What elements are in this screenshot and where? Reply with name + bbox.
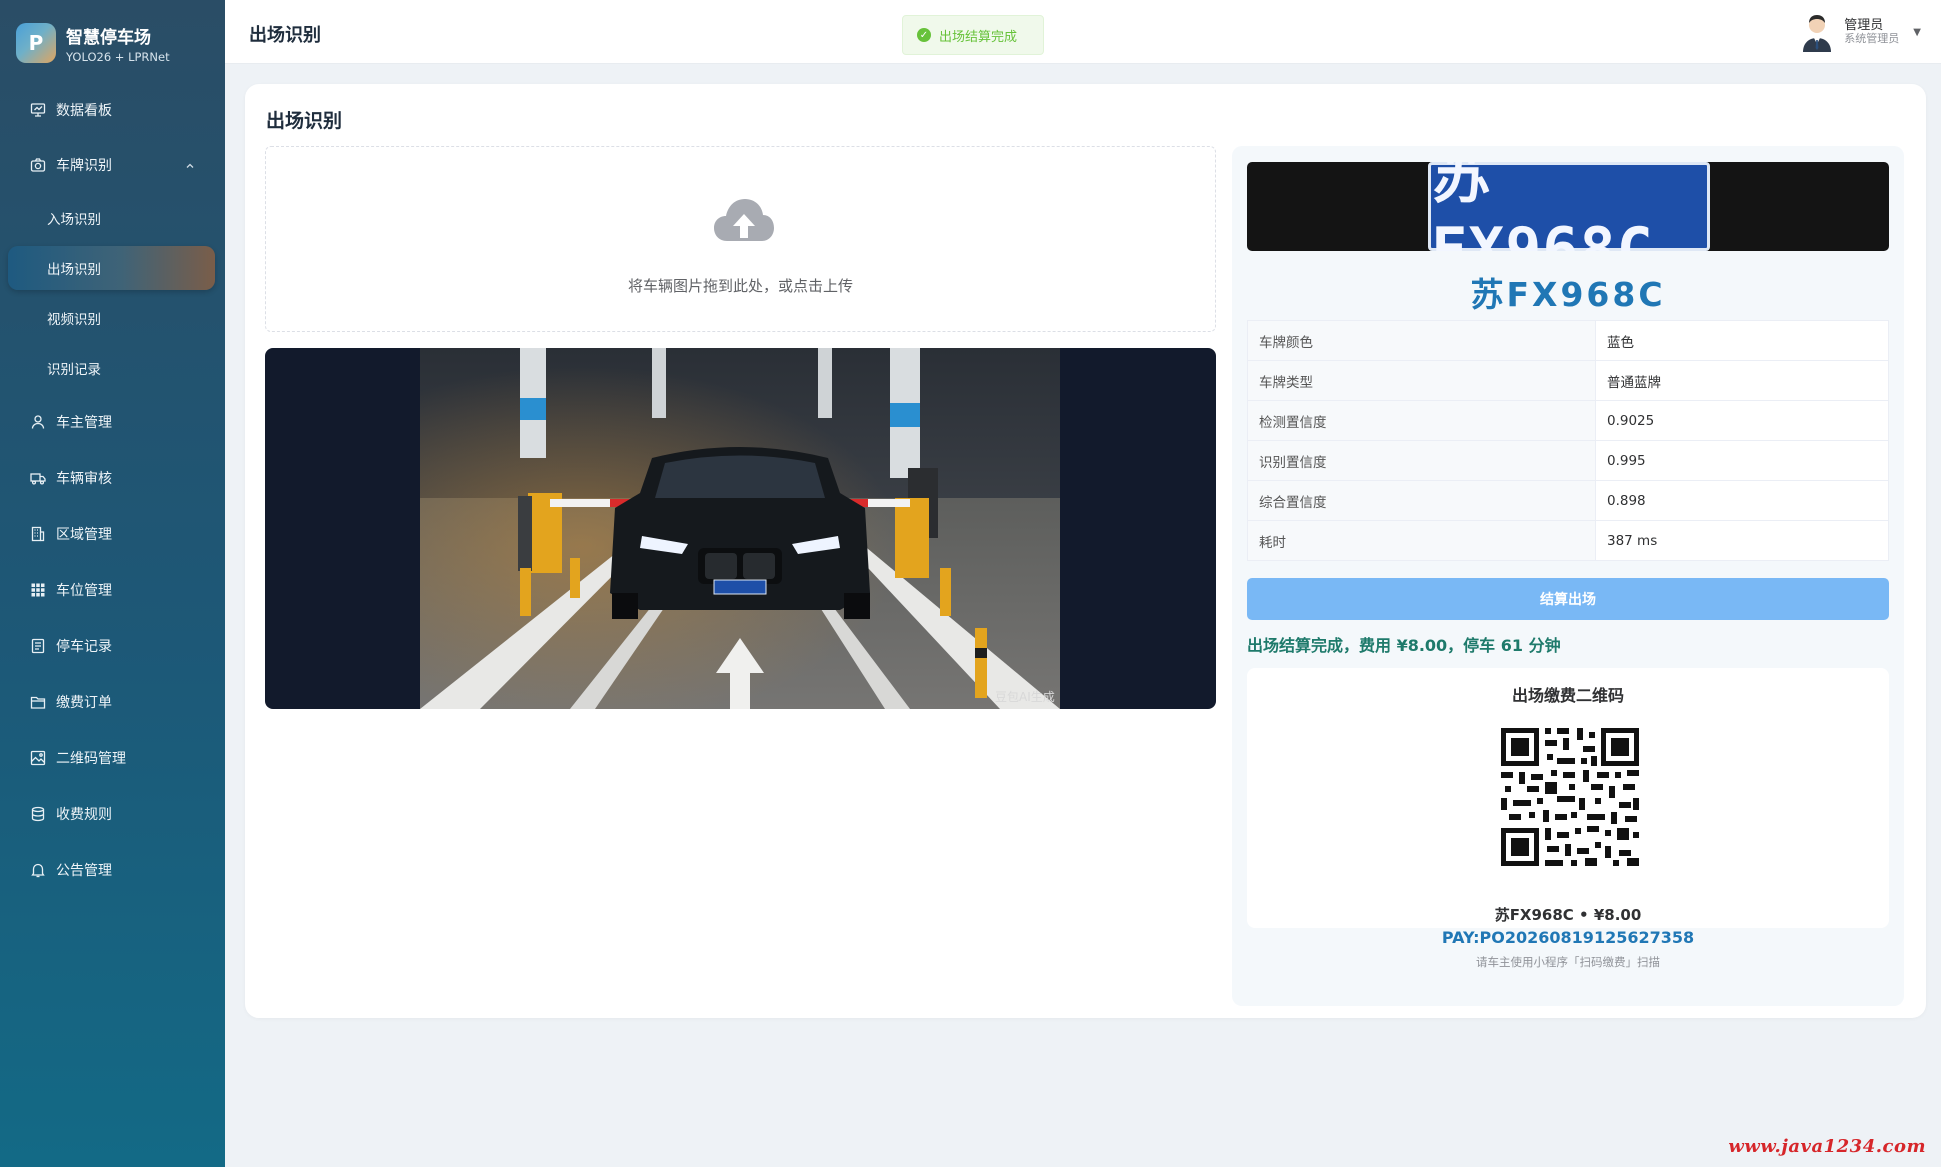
table-row: 车牌类型 普通蓝牌: [1247, 360, 1889, 401]
avatar: [1803, 15, 1832, 52]
user-name: 管理员: [1844, 17, 1884, 33]
sidebar-subitem-entry-recognition[interactable]: 入场识别: [0, 196, 225, 240]
sidebar-item-label: 数据看板: [56, 103, 112, 119]
page-title: 出场识别: [249, 25, 321, 46]
site-watermark: www.java1234.com: [1728, 1136, 1926, 1157]
row-value: 0.995: [1595, 440, 1889, 481]
recognition-details-table: 车牌颜色 蓝色 车牌类型 普通蓝牌 检测置信度 0.9025 识别置信度 0.9…: [1247, 320, 1889, 561]
row-key: 耗时: [1247, 520, 1596, 561]
cloud-upload-icon: [714, 199, 774, 241]
user-icon: [30, 414, 46, 430]
table-row: 检测置信度 0.9025: [1247, 400, 1889, 441]
sidebar-subitem-recognition-records[interactable]: 识别记录: [0, 346, 225, 390]
chevron-up-icon: [185, 159, 195, 175]
row-value: 0.898: [1595, 480, 1889, 521]
qr-hint: 请车主使用小程序「扫码缴费」扫描: [1476, 955, 1660, 969]
qr-summary: 苏FX968C • ¥8.00: [1494, 906, 1642, 924]
result-panel: 苏FX968C 苏FX968C 车牌颜色 蓝色 车牌类型 普通蓝牌 检测置信度 …: [1232, 146, 1904, 1006]
caret-down-icon: ▼: [1913, 26, 1921, 38]
sidebar-item-fee-rules[interactable]: 收费规则: [0, 792, 225, 836]
sidebar-item-areas[interactable]: 区域管理: [0, 512, 225, 556]
bell-icon: [30, 862, 46, 878]
plate-crop-text: 苏FX968C: [1428, 162, 1710, 251]
qr-pay-code: PAY:PO20260819125627358: [1441, 928, 1695, 947]
sidebar-item-owners[interactable]: 车主管理: [0, 400, 225, 444]
sidebar-item-label: 车辆审核: [56, 471, 112, 487]
sidebar-item-label: 车主管理: [56, 415, 112, 431]
row-value: 蓝色: [1595, 320, 1889, 361]
sidebar-item-dashboard[interactable]: 数据看板: [0, 88, 225, 132]
settle-exit-button[interactable]: 结算出场: [1247, 578, 1889, 620]
brand-title: 智慧停车场: [66, 27, 151, 48]
sidebar-subitem-video-recognition[interactable]: 视频识别: [0, 296, 225, 340]
sidebar-item-payment-orders[interactable]: 缴费订单: [0, 680, 225, 724]
photo-watermark: 豆包AI生成: [995, 690, 1055, 704]
sidebar: P 智慧停车场 YOLO26 + LPRNet 数据看板 车牌识别 入场识别 出…: [0, 0, 225, 1167]
table-row: 耗时 387 ms: [1247, 520, 1889, 561]
truck-icon: [30, 470, 46, 486]
qr-title: 出场缴费二维码: [1511, 686, 1624, 705]
plate-crop-image: 苏FX968C: [1247, 162, 1889, 251]
sidebar-item-plate-recognition[interactable]: 车牌识别: [0, 143, 225, 187]
camera-icon: [30, 157, 46, 173]
upload-dropzone[interactable]: 将车辆图片拖到此处，或点击上传: [265, 146, 1216, 332]
table-row: 综合置信度 0.898: [1247, 480, 1889, 521]
row-key: 检测置信度: [1247, 400, 1596, 441]
section-title: 出场识别: [266, 110, 343, 132]
folder-icon: [30, 694, 46, 710]
sidebar-item-vehicle-review[interactable]: 车辆审核: [0, 456, 225, 500]
row-key: 车牌颜色: [1247, 320, 1596, 361]
document-icon: [30, 638, 46, 654]
brand: P 智慧停车场 YOLO26 + LPRNet: [0, 0, 225, 86]
main-card: 出场识别 将车辆图片拖到此处，或点击上传 豆包AI生成 苏FX968C 苏FX9…: [245, 84, 1926, 1018]
user-role: 系统管理员: [1844, 32, 1900, 46]
vehicle-photo: [420, 348, 1060, 709]
sidebar-item-label: 二维码管理: [56, 751, 126, 767]
table-row: 车牌颜色 蓝色: [1247, 320, 1889, 361]
sidebar-item-spaces[interactable]: 车位管理: [0, 568, 225, 612]
plate-number: 苏FX968C: [1470, 275, 1666, 314]
sidebar-item-label: 缴费订单: [56, 695, 112, 711]
building-icon: [30, 526, 46, 542]
grid-icon: [30, 582, 46, 598]
success-toast: ✓ 出场结算完成: [902, 15, 1044, 55]
sidebar-item-qrcode-management[interactable]: 二维码管理: [0, 736, 225, 780]
sidebar-item-label: 车牌识别: [56, 158, 112, 174]
payment-qr-code: [1501, 728, 1639, 866]
image-preview: 豆包AI生成: [265, 348, 1216, 709]
sidebar-item-announcements[interactable]: 公告管理: [0, 848, 225, 892]
row-key: 车牌类型: [1247, 360, 1596, 401]
row-value: 普通蓝牌: [1595, 360, 1889, 401]
table-row: 识别置信度 0.995: [1247, 440, 1889, 481]
dashboard-icon: [30, 102, 46, 118]
user-menu[interactable]: 管理员 系统管理员 ▼: [1800, 12, 1921, 52]
sidebar-subitem-exit-recognition[interactable]: 出场识别: [8, 246, 215, 290]
sidebar-item-label: 公告管理: [56, 863, 112, 879]
sidebar-item-label: 区域管理: [56, 527, 112, 543]
topbar: 出场识别 ✓ 出场结算完成 管理员 系统管理员 ▼: [225, 0, 1941, 64]
upload-text: 将车辆图片拖到此处，或点击上传: [627, 277, 853, 295]
check-circle-icon: ✓: [917, 28, 931, 42]
settle-message: 出场结算完成，费用 ¥8.00，停车 61 分钟: [1247, 636, 1561, 655]
row-key: 综合置信度: [1247, 480, 1596, 521]
row-key: 识别置信度: [1247, 440, 1596, 481]
sidebar-item-parking-records[interactable]: 停车记录: [0, 624, 225, 668]
database-icon: [30, 806, 46, 822]
row-value: 0.9025: [1595, 400, 1889, 441]
image-icon: [30, 750, 46, 766]
brand-logo: P: [16, 23, 56, 63]
toast-message: 出场结算完成: [939, 29, 1018, 45]
sidebar-item-label: 收费规则: [56, 807, 112, 823]
row-value: 387 ms: [1595, 520, 1889, 561]
sidebar-item-label: 车位管理: [56, 583, 112, 599]
payment-qr-panel: 出场缴费二维码 苏FX968C • ¥8.00 PAY:PO2026081912…: [1247, 668, 1889, 969]
brand-subtitle: YOLO26 + LPRNet: [66, 49, 170, 64]
sidebar-item-label: 停车记录: [56, 639, 112, 655]
